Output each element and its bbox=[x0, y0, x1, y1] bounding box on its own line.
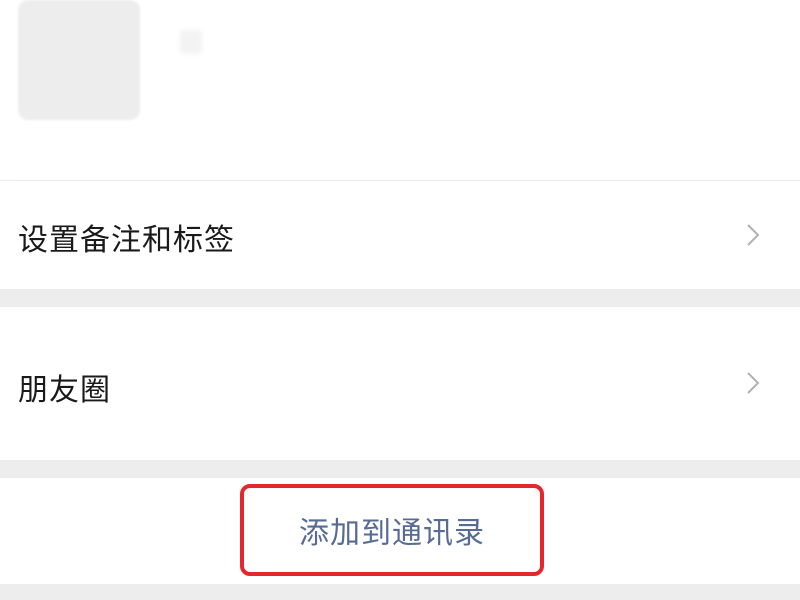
action-card: 添加到通讯录 bbox=[0, 478, 800, 584]
moments-row[interactable]: 朋友圈 bbox=[0, 307, 800, 460]
profile-header bbox=[0, 0, 800, 180]
add-to-contacts-button[interactable]: 添加到通讯录 bbox=[240, 484, 544, 576]
add-to-contacts-label: 添加到通讯录 bbox=[299, 516, 485, 551]
chevron-right-icon bbox=[747, 372, 760, 394]
chevron-right-icon bbox=[747, 224, 760, 246]
set-remark-and-tags-label: 设置备注和标签 bbox=[18, 223, 235, 258]
avatar[interactable] bbox=[18, 0, 140, 120]
contact-name bbox=[180, 30, 202, 54]
moments-label: 朋友圈 bbox=[18, 373, 111, 408]
set-remark-and-tags-row[interactable]: 设置备注和标签 bbox=[0, 181, 800, 289]
contact-profile-page: 设置备注和标签 朋友圈 添加到通讯录 bbox=[0, 0, 800, 600]
